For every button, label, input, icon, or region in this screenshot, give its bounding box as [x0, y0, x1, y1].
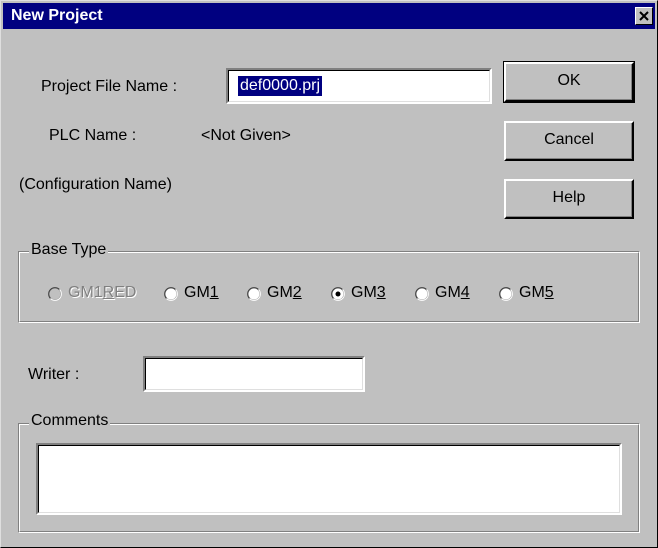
- radio-checked-icon: [331, 287, 345, 301]
- radio-unchecked-icon: [499, 287, 513, 301]
- radio-unchecked-icon: [415, 287, 429, 301]
- base-type-radio-label: GM2: [267, 284, 302, 301]
- close-button[interactable]: [635, 7, 653, 25]
- title-bar[interactable]: New Project: [3, 3, 655, 29]
- writer-label: Writer :: [28, 366, 80, 383]
- writer-input[interactable]: [143, 356, 365, 392]
- base-type-radio-label: GM1: [184, 284, 219, 301]
- radio-unchecked-icon: [164, 287, 178, 301]
- comments-title: Comments: [29, 412, 111, 430]
- help-button[interactable]: Help: [504, 179, 634, 219]
- project-file-name-value: def0000.prj: [238, 76, 323, 96]
- base-type-radio-label: GM5: [519, 284, 554, 301]
- configuration-name-label: (Configuration Name): [19, 176, 172, 193]
- project-file-name-label: Project File Name :: [41, 78, 178, 95]
- cancel-button[interactable]: Cancel: [504, 121, 634, 161]
- close-icon: [639, 11, 649, 21]
- radio-unchecked-icon: [247, 287, 261, 301]
- comments-textarea[interactable]: [36, 443, 622, 515]
- base-type-radio-label: GM3: [351, 284, 386, 301]
- base-type-radio-label: GM1RED: [68, 284, 137, 301]
- window-title: New Project: [11, 7, 103, 24]
- radio-unchecked-icon: [48, 287, 62, 301]
- ok-button[interactable]: OK: [503, 61, 635, 103]
- plc-name-label: PLC Name :: [49, 127, 137, 144]
- plc-name-value: <Not Given>: [201, 127, 291, 144]
- new-project-dialog: New Project Project File Name : def0000.…: [0, 0, 658, 548]
- project-file-name-input[interactable]: def0000.prj: [226, 68, 492, 104]
- base-type-radio-label: GM4: [435, 284, 470, 301]
- base-type-title: Base Type: [29, 241, 109, 259]
